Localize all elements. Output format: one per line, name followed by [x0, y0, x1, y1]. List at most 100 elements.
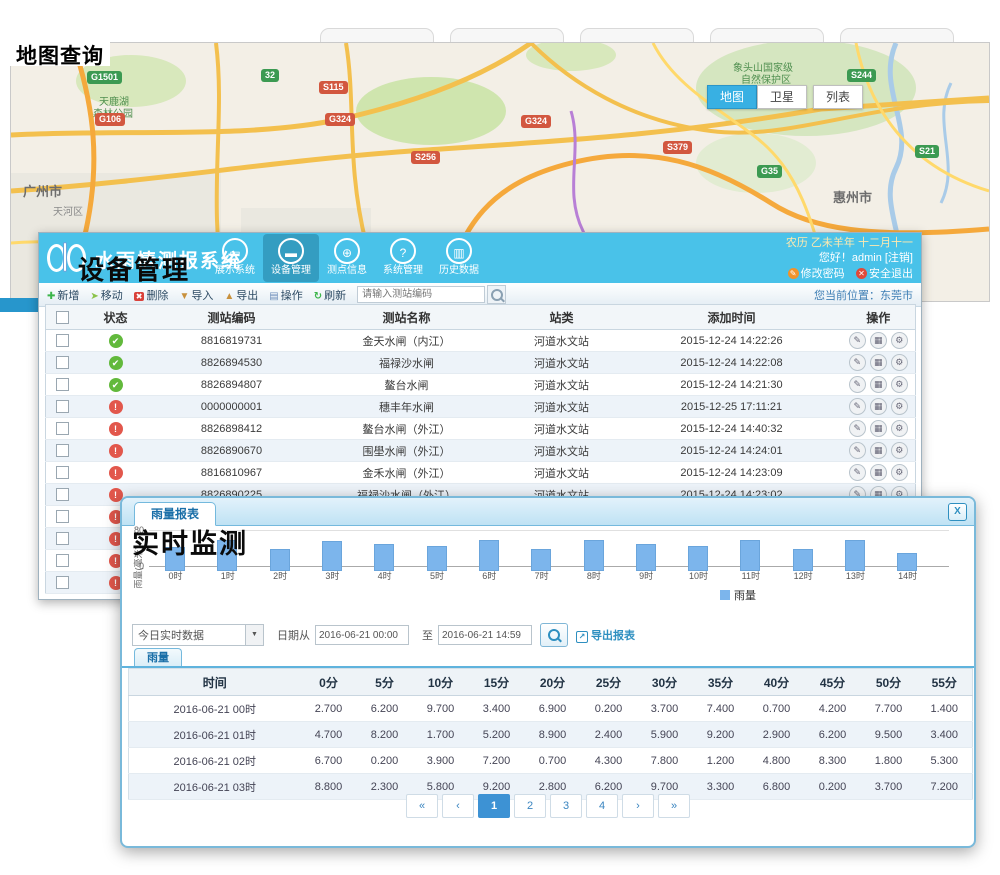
bar-2时[interactable]: [270, 549, 290, 572]
bar-13时[interactable]: [845, 540, 865, 571]
trash-icon[interactable]: ▦: [870, 420, 887, 437]
row-checkbox[interactable]: [56, 554, 69, 567]
action-icon: ▤: [269, 291, 278, 302]
preset-select[interactable]: 今日实时数据 ▼: [132, 624, 264, 646]
row-checkbox[interactable]: [56, 466, 69, 479]
date-to-input[interactable]: [438, 625, 532, 645]
gear-icon[interactable]: ⚙: [891, 442, 908, 459]
last-page-button[interactable]: »: [658, 794, 690, 818]
gear-icon[interactable]: ⚙: [891, 354, 908, 371]
row-checkbox[interactable]: [56, 510, 69, 523]
bar-5时[interactable]: [427, 546, 447, 571]
page-button-1[interactable]: 1: [478, 794, 510, 818]
toolbar-button-移动[interactable]: ➤移动: [90, 287, 122, 303]
edit-icon[interactable]: ✎: [849, 354, 866, 371]
first-page-button[interactable]: «: [406, 794, 438, 818]
export-report-link[interactable]: ↗导出报表: [576, 627, 635, 643]
toolbar-button-刷新[interactable]: ↻刷新: [314, 287, 346, 303]
value-cell: 5.200: [469, 722, 525, 748]
row-checkbox[interactable]: [56, 334, 69, 347]
column-header: 测站编码: [152, 305, 312, 330]
search-button[interactable]: [487, 285, 506, 304]
change-password-link[interactable]: ✎修改密码: [788, 268, 845, 280]
gear-icon[interactable]: ⚙: [891, 398, 908, 415]
nav-item-展示系统[interactable]: ▭展示系统: [207, 234, 263, 282]
toolbar-button-操作[interactable]: ▤操作: [269, 287, 302, 303]
move-icon: ➤: [90, 291, 98, 302]
bar-9时[interactable]: [636, 544, 656, 571]
query-button[interactable]: [540, 623, 568, 647]
bar-11时[interactable]: [740, 540, 760, 571]
logout-link[interactable]: ✕安全退出: [856, 268, 913, 280]
bar-7时[interactable]: [531, 549, 551, 572]
station-type-cell: 河道水文站: [502, 440, 622, 462]
trash-icon[interactable]: ▦: [870, 398, 887, 415]
nav-item-历史数据[interactable]: ▥历史数据: [431, 234, 487, 282]
trash-icon[interactable]: ▦: [870, 464, 887, 481]
toolbar-button-删除[interactable]: ✖删除: [134, 287, 169, 303]
nav-item-label: 测点信息: [319, 265, 375, 277]
page-button-3[interactable]: 3: [550, 794, 582, 818]
nav-item-系统管理[interactable]: ?系统管理: [375, 234, 431, 282]
nav-item-设备管理[interactable]: ▬设备管理: [263, 234, 319, 282]
select-all-checkbox[interactable]: [56, 311, 69, 324]
operations-cell: ✎▦⚙: [842, 418, 916, 440]
road-badge: 32: [261, 69, 279, 82]
checkbox-cell: [46, 462, 80, 484]
date-from-input[interactable]: [315, 625, 409, 645]
toolbar-button-导入[interactable]: ▼导入: [179, 287, 213, 303]
toolbar-button-导出[interactable]: ▲导出: [224, 287, 258, 303]
date-from-label: 日期从: [277, 627, 310, 643]
gear-icon[interactable]: ⚙: [891, 420, 908, 437]
trash-icon[interactable]: ▦: [870, 354, 887, 371]
trash-icon[interactable]: ▦: [870, 442, 887, 459]
trash-icon[interactable]: ▦: [870, 332, 887, 349]
edit-icon[interactable]: ✎: [849, 398, 866, 415]
row-checkbox[interactable]: [56, 400, 69, 413]
station-name-cell: 鳌台水闸（外江）: [312, 418, 502, 440]
page-button-2[interactable]: 2: [514, 794, 546, 818]
edit-icon[interactable]: ✎: [849, 442, 866, 459]
bar-4时[interactable]: [374, 544, 394, 571]
row-checkbox[interactable]: [56, 532, 69, 545]
bar-8时[interactable]: [584, 540, 604, 571]
station-type-cell: 河道水文站: [502, 396, 622, 418]
next-page-button[interactable]: ›: [622, 794, 654, 818]
x-tick-label: 13时: [829, 569, 882, 582]
value-cell: 9.200: [693, 722, 749, 748]
close-button[interactable]: X: [948, 503, 967, 521]
page-button-4[interactable]: 4: [586, 794, 618, 818]
gear-icon[interactable]: ⚙: [891, 376, 908, 393]
edit-icon[interactable]: ✎: [849, 376, 866, 393]
bar-3时[interactable]: [322, 541, 342, 571]
tab-rainfall[interactable]: 雨量: [134, 648, 182, 667]
edit-icon[interactable]: ✎: [849, 332, 866, 349]
checkbox-cell: [46, 330, 80, 352]
edit-icon[interactable]: ✎: [849, 464, 866, 481]
column-header: 状态: [80, 305, 152, 330]
gear-icon[interactable]: ⚙: [891, 332, 908, 349]
row-checkbox[interactable]: [56, 378, 69, 391]
edit-icon[interactable]: ✎: [849, 420, 866, 437]
road-badge: G324: [521, 115, 551, 128]
map-button-卫星[interactable]: 卫星: [757, 85, 807, 109]
row-checkbox[interactable]: [56, 444, 69, 457]
row-checkbox[interactable]: [56, 488, 69, 501]
trash-icon[interactable]: ▦: [870, 376, 887, 393]
row-checkbox[interactable]: [56, 422, 69, 435]
bar-10时[interactable]: [688, 546, 708, 571]
x-tick-label: 2时: [254, 569, 307, 582]
station-search-input[interactable]: [357, 286, 485, 303]
bar-6时[interactable]: [479, 540, 499, 571]
gear-icon[interactable]: ⚙: [891, 464, 908, 481]
row-checkbox[interactable]: [56, 356, 69, 369]
x-tick-label: 8时: [567, 569, 620, 582]
row-checkbox[interactable]: [56, 576, 69, 589]
toolbar-button-新增[interactable]: ✚新增: [47, 287, 79, 303]
nav-item-测点信息[interactable]: ⊕测点信息: [319, 234, 375, 282]
bar-12时[interactable]: [793, 549, 813, 572]
prev-page-button[interactable]: ‹: [442, 794, 474, 818]
power-icon: ✕: [856, 268, 867, 279]
map-button-地图[interactable]: 地图: [707, 85, 757, 109]
map-button-列表[interactable]: 列表: [813, 85, 863, 109]
